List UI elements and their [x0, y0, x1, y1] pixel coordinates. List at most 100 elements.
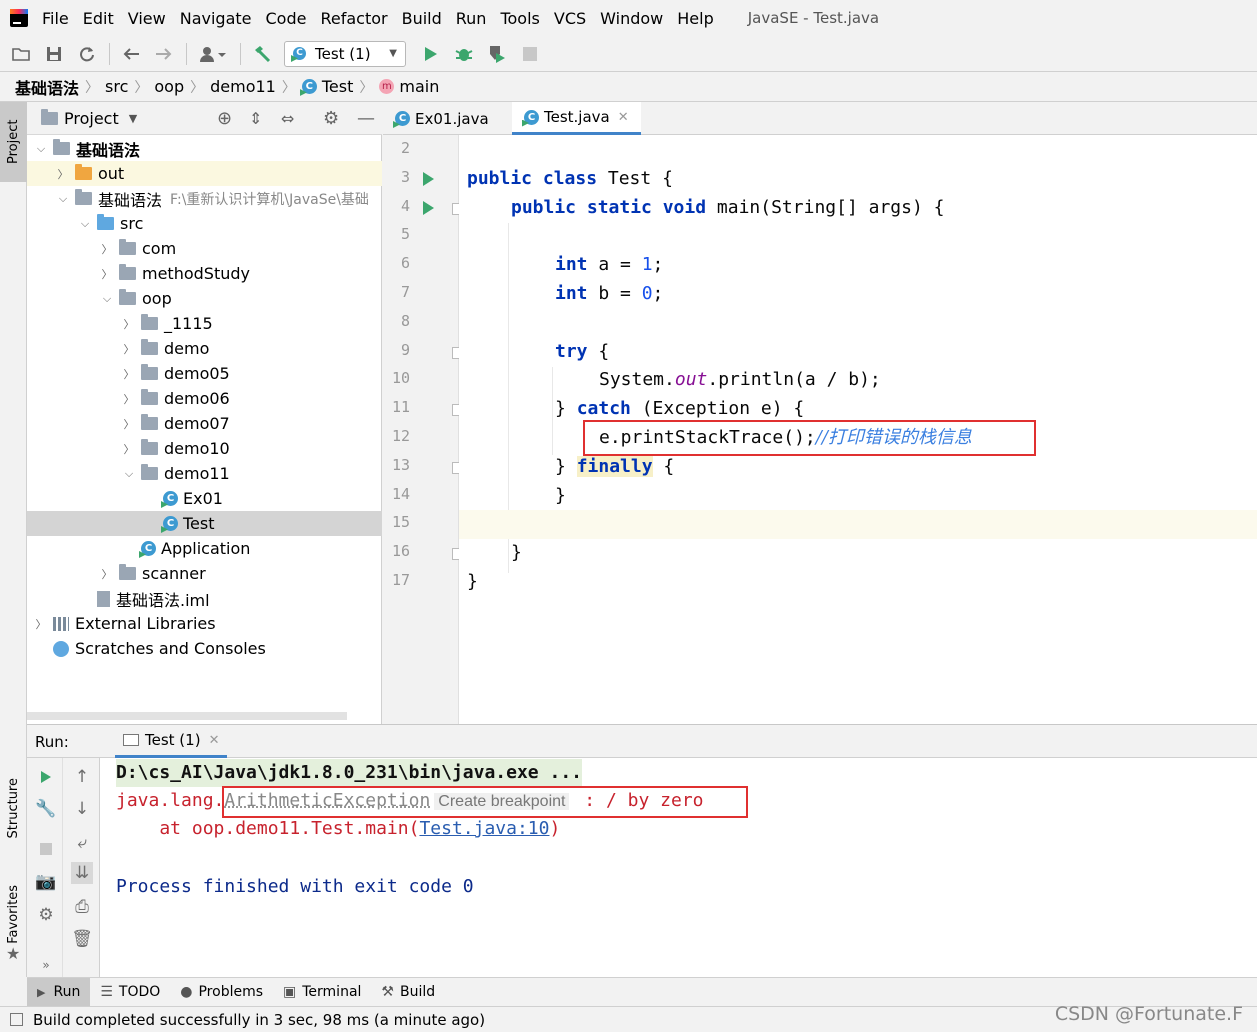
trash-icon[interactable]: 🗑	[71, 928, 93, 950]
tree-item[interactable]: 〉 _1115	[27, 311, 382, 336]
menu-file[interactable]: File	[42, 9, 69, 28]
run-gutter-icon[interactable]	[423, 171, 434, 186]
menu-run[interactable]: Run	[456, 9, 487, 28]
chevron-down-icon[interactable]: ⌵	[33, 142, 49, 156]
tree-item[interactable]: 〉 scanner	[27, 561, 382, 586]
tree-item[interactable]: 〉 demo07	[27, 411, 382, 436]
expand-all-icon[interactable]: ⇕	[249, 109, 262, 128]
stop-icon[interactable]	[519, 43, 541, 65]
tree-item[interactable]: 〉 demo10	[27, 436, 382, 461]
menu-edit[interactable]: Edit	[83, 9, 114, 28]
breadcrumb-oop[interactable]: oop	[154, 77, 184, 96]
exit-icon[interactable]: ⚙	[35, 904, 57, 926]
status-icon[interactable]	[10, 1013, 23, 1026]
chevron-right-icon[interactable]: 〉	[99, 266, 115, 282]
chevron-right-icon[interactable]: 〉	[99, 566, 115, 582]
bottom-tab-build[interactable]: ⚒ Build	[371, 978, 445, 1007]
menu-vcs[interactable]: VCS	[554, 9, 586, 28]
sync-icon[interactable]	[76, 43, 98, 65]
tree-item[interactable]: C Test	[27, 511, 382, 536]
chevron-down-icon[interactable]: ⌵	[121, 467, 137, 481]
tree-item[interactable]: 〉 demo	[27, 336, 382, 361]
minimize-icon[interactable]: —	[357, 108, 375, 129]
star-icon[interactable]: ★	[6, 944, 20, 963]
chevron-right-icon[interactable]: 〉	[33, 616, 49, 632]
more-icon[interactable]: »	[35, 954, 57, 976]
tree-item[interactable]: ⌵ oop	[27, 286, 382, 311]
tree-item[interactable]: C Application	[27, 536, 382, 561]
chevron-down-icon[interactable]: ⌵	[77, 217, 93, 231]
chevron-down-icon[interactable]: ▼	[129, 112, 137, 125]
tree-item[interactable]: ⌵ src	[27, 211, 382, 236]
wrench-icon[interactable]: 🔧	[35, 798, 57, 820]
print-icon[interactable]: ⎙	[71, 896, 93, 918]
run-configuration-select[interactable]: C Test (1) ▼	[284, 40, 406, 67]
tree-item[interactable]: 〉 methodStudy	[27, 261, 382, 286]
bottom-tab-todo[interactable]: ☰ TODO	[90, 978, 170, 1007]
chevron-down-icon[interactable]: ⌵	[99, 292, 115, 306]
locate-icon[interactable]: ⊕	[217, 108, 232, 129]
horizontal-scrollbar[interactable]	[27, 712, 347, 720]
run-icon[interactable]	[420, 43, 442, 65]
chevron-right-icon[interactable]: 〉	[121, 416, 137, 432]
project-panel-title[interactable]: Project	[64, 109, 119, 128]
editor-gutter[interactable]: 2 3 4 5 6 7 8 9 10 11 12 13 14 15 16 17	[383, 135, 464, 724]
menu-code[interactable]: Code	[266, 9, 307, 28]
stripe-project-tab[interactable]: Project	[0, 102, 27, 182]
coverage-icon[interactable]	[486, 43, 508, 65]
user-icon[interactable]	[197, 43, 229, 65]
breadcrumb-project[interactable]: 基础语法	[15, 75, 79, 99]
rerun-icon[interactable]	[35, 766, 57, 788]
chevron-right-icon[interactable]: 〉	[55, 166, 71, 182]
build-hammer-icon[interactable]	[251, 43, 273, 65]
up-arrow-icon[interactable]: ↑	[71, 766, 93, 788]
bottom-tab-terminal[interactable]: ▣ Terminal	[273, 978, 371, 1007]
menu-navigate[interactable]: Navigate	[180, 9, 252, 28]
chevron-right-icon[interactable]: 〉	[99, 241, 115, 257]
soft-wrap-icon[interactable]: ⤶	[71, 832, 93, 854]
tree-item[interactable]: 〉 demo06	[27, 386, 382, 411]
menu-window[interactable]: Window	[600, 9, 663, 28]
stop-icon[interactable]	[35, 838, 57, 860]
tree-item[interactable]: 〉 External Libraries	[27, 611, 382, 636]
tree-item[interactable]: ⌵ 基础语法	[27, 136, 382, 161]
breadcrumb-test[interactable]: C Test	[301, 77, 353, 96]
tree-item[interactable]: ⌵ 基础语法 F:\重新认识计算机\JavaSe\基础	[27, 186, 382, 211]
menu-refactor[interactable]: Refactor	[320, 9, 387, 28]
breadcrumb-src[interactable]: src	[105, 77, 128, 96]
breadcrumb-main[interactable]: m main	[379, 77, 439, 96]
debug-icon[interactable]	[453, 43, 475, 65]
chevron-right-icon[interactable]: 〉	[121, 366, 137, 382]
tree-item[interactable]: 〉 com	[27, 236, 382, 261]
chevron-down-icon[interactable]: ⌵	[55, 192, 71, 206]
bottom-tab-run[interactable]: ▶ Run	[27, 977, 91, 1007]
menu-view[interactable]: View	[128, 9, 166, 28]
bottom-tab-problems[interactable]: ● Problems	[170, 978, 273, 1007]
tree-item[interactable]: C Ex01	[27, 486, 382, 511]
stack-source-link[interactable]: Test.java:10	[419, 818, 549, 839]
menu-tools[interactable]: Tools	[500, 9, 539, 28]
close-icon[interactable]: ✕	[209, 733, 220, 748]
stripe-structure-tab[interactable]: Structure	[6, 778, 21, 838]
scroll-to-end-icon[interactable]: ⇊	[71, 862, 93, 884]
tree-item[interactable]: 基础语法.iml	[27, 586, 382, 611]
tab-ex01[interactable]: C Ex01.java	[383, 102, 501, 135]
tree-item[interactable]: ⌵ demo11	[27, 461, 382, 486]
breadcrumb-demo11[interactable]: demo11	[210, 77, 276, 96]
chevron-right-icon[interactable]: 〉	[121, 341, 137, 357]
back-icon[interactable]	[120, 43, 142, 65]
tree-item[interactable]: Scratches and Consoles	[27, 636, 382, 661]
gear-icon[interactable]: ⚙	[323, 108, 339, 129]
chevron-right-icon[interactable]: 〉	[121, 391, 137, 407]
tree-item[interactable]: 〉 out	[27, 161, 382, 186]
close-icon[interactable]: ✕	[618, 110, 629, 125]
tree-item[interactable]: 〉 demo05	[27, 361, 382, 386]
stripe-favorites-tab[interactable]: Favorites	[6, 885, 21, 944]
run-gutter-icon[interactable]	[423, 200, 434, 215]
forward-icon[interactable]	[153, 43, 175, 65]
camera-icon[interactable]: 📷	[35, 871, 57, 893]
collapse-all-icon[interactable]: ⇔	[281, 109, 294, 128]
save-icon[interactable]	[43, 43, 65, 65]
down-arrow-icon[interactable]: ↓	[71, 798, 93, 820]
folder-open-icon[interactable]	[10, 43, 32, 65]
